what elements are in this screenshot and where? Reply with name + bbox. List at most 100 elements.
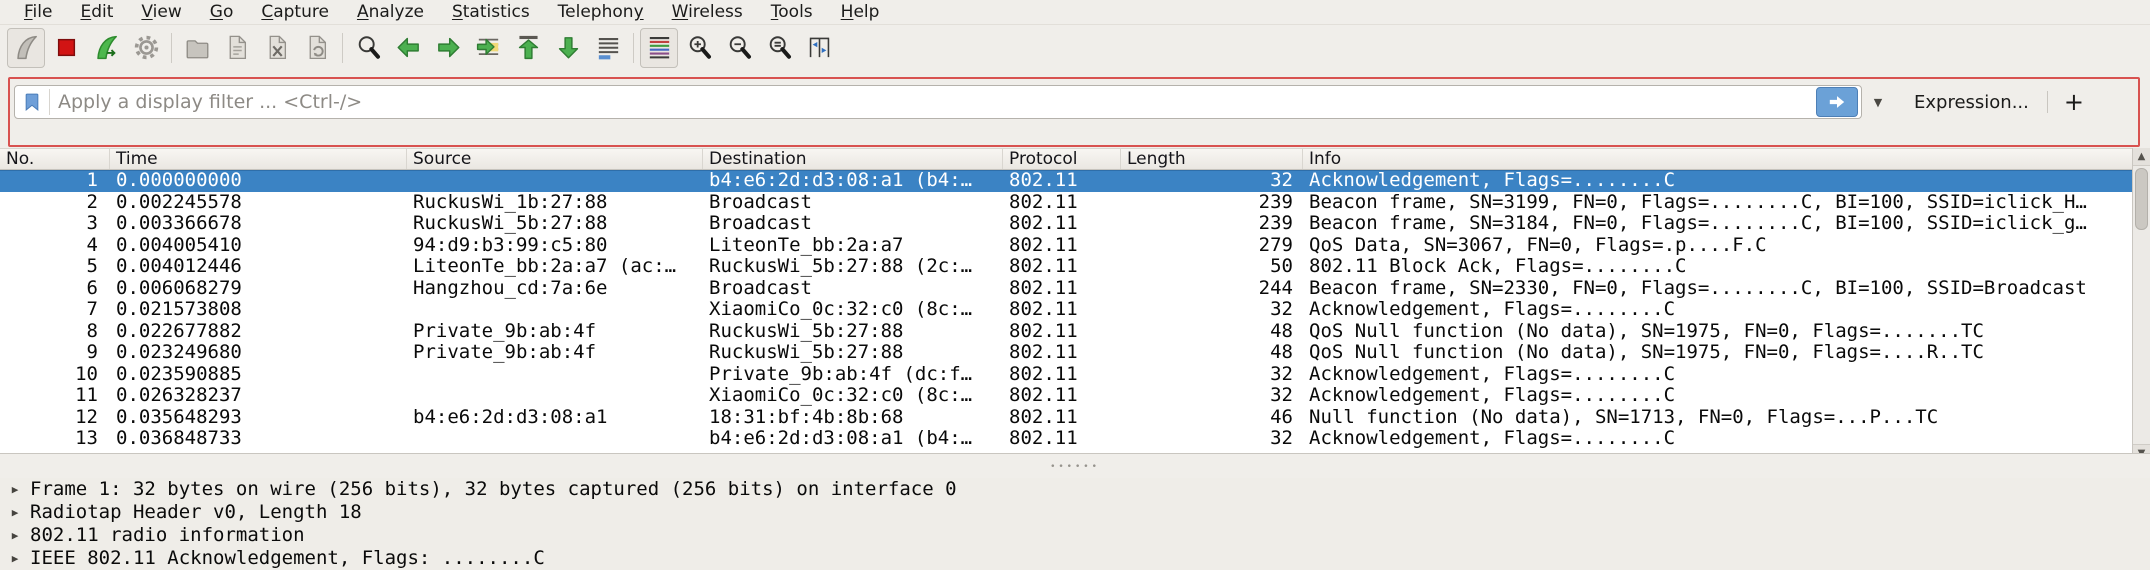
cell-info: Null function (No data), SN=1713, FN=0, … [1303, 407, 2132, 429]
cell-time: 0.026328237 [110, 385, 407, 407]
cell-no: 5 [0, 256, 110, 278]
zoom-in-button[interactable] [680, 28, 718, 68]
packet-row-3[interactable]: 30.003366678RuckusWi_5b:27:88Broadcast80… [0, 213, 2132, 235]
packet-row-4[interactable]: 40.00400541094:d9:b3:99:c5:80LiteonTe_bb… [0, 235, 2132, 257]
scrollbar-thumb[interactable] [2135, 168, 2148, 230]
display-filter-field[interactable] [14, 85, 1862, 119]
column-header-protocol[interactable]: Protocol [1003, 149, 1121, 169]
cell-info: QoS Null function (No data), SN=1975, FN… [1303, 321, 2132, 343]
packet-row-9[interactable]: 90.023249680Private_9b:ab:4fRuckusWi_5b:… [0, 342, 2132, 364]
close-file-icon [263, 33, 292, 62]
packet-row-7[interactable]: 70.021573808XiaomiCo_0c:32:c0 (8c:…802.1… [0, 299, 2132, 321]
packet-row-6[interactable]: 60.006068279Hangzhou_cd:7a:6eBroadcast80… [0, 278, 2132, 300]
column-header-info[interactable]: Info [1303, 149, 2132, 169]
restart-capture-button[interactable] [87, 28, 125, 68]
expander-arrow-icon[interactable]: ▶ [0, 524, 30, 547]
start-capture-icon [12, 33, 41, 62]
cell-destination: b4:e6:2d:d3:08:a1 (b4:… [703, 428, 1003, 450]
packet-row-2[interactable]: 20.002245578RuckusWi_1b:27:88Broadcast80… [0, 192, 2132, 214]
packet-row-13[interactable]: 130.036848733b4:e6:2d:d3:08:a1 (b4:…802.… [0, 428, 2132, 450]
cell-source [407, 428, 703, 450]
stop-capture-icon [52, 33, 81, 62]
expander-arrow-icon[interactable]: ▶ [0, 547, 30, 570]
stop-capture-button[interactable] [47, 28, 85, 68]
go-to-packet-button[interactable] [469, 28, 507, 68]
menu-tools[interactable]: Tools [757, 0, 827, 25]
menu-file[interactable]: File [10, 0, 66, 25]
cell-time: 0.023590885 [110, 364, 407, 386]
cell-destination: Broadcast [703, 192, 1003, 214]
cell-length: 32 [1121, 170, 1303, 192]
cell-no: 1 [0, 170, 110, 192]
go-forward-button[interactable] [429, 28, 467, 68]
splitter-handle-icon: •••••• [1050, 463, 1100, 471]
find-packet-button[interactable] [349, 28, 387, 68]
cell-no: 11 [0, 385, 110, 407]
colorize-button[interactable] [640, 28, 678, 68]
packet-row-8[interactable]: 80.022677882Private_9b:ab:4fRuckusWi_5b:… [0, 321, 2132, 343]
cell-protocol: 802.11 [1003, 192, 1121, 214]
scroll-up-arrow-icon[interactable]: ▲ [2133, 148, 2150, 166]
go-forward-icon [434, 33, 463, 62]
column-header-source[interactable]: Source [407, 149, 703, 169]
cell-destination: Broadcast [703, 278, 1003, 300]
go-to-top-button[interactable] [509, 28, 547, 68]
filter-history-dropdown[interactable]: ▼ [1864, 84, 1892, 120]
apply-filter-button[interactable] [1816, 87, 1858, 117]
go-to-bottom-button[interactable] [549, 28, 587, 68]
cell-source: b4:e6:2d:d3:08:a1 [407, 407, 703, 429]
column-header-time[interactable]: Time [110, 149, 407, 169]
add-filter-button[interactable]: + [2048, 88, 2100, 116]
packet-list-scrollbar[interactable]: ▲ ▼ [2132, 148, 2150, 462]
menu-statistics[interactable]: Statistics [438, 0, 544, 25]
pane-splitter[interactable]: •••••• [0, 453, 2150, 479]
capture-options-button[interactable] [127, 28, 165, 68]
packet-row-11[interactable]: 110.026328237XiaomiCo_0c:32:c0 (8c:…802.… [0, 385, 2132, 407]
cell-protocol: 802.11 [1003, 235, 1121, 257]
column-header-length[interactable]: Length [1121, 149, 1303, 169]
filter-toolbar: ▼ Expression... + [8, 77, 2140, 147]
packet-row-5[interactable]: 50.004012446LiteonTe_bb:2a:a7 (ac:…Rucku… [0, 256, 2132, 278]
zoom-out-button[interactable] [720, 28, 758, 68]
cell-destination: LiteonTe_bb:2a:a7 [703, 235, 1003, 257]
menu-edit[interactable]: Edit [66, 0, 127, 25]
column-header-destination[interactable]: Destination [703, 149, 1003, 169]
expander-arrow-icon[interactable]: ▶ [0, 501, 30, 524]
auto-scroll-button[interactable] [589, 28, 627, 68]
go-to-packet-icon [474, 33, 503, 62]
column-header-no[interactable]: No. [0, 149, 110, 169]
menu-telephony[interactable]: Telephony [544, 0, 658, 25]
detail-row-2[interactable]: ▶802.11 radio information [0, 524, 2150, 547]
zoom-reset-button[interactable] [760, 28, 798, 68]
resize-columns-button[interactable] [800, 28, 838, 68]
cell-protocol: 802.11 [1003, 364, 1121, 386]
toolbar-separator [633, 33, 634, 63]
packet-row-12[interactable]: 120.035648293b4:e6:2d:d3:08:a118:31:bf:4… [0, 407, 2132, 429]
cell-info: Beacon frame, SN=3199, FN=0, Flags=.....… [1303, 192, 2132, 214]
cell-no: 8 [0, 321, 110, 343]
menu-go[interactable]: Go [196, 0, 248, 25]
cell-time: 0.036848733 [110, 428, 407, 450]
expander-arrow-icon[interactable]: ▶ [0, 478, 30, 501]
toolbar-separator [171, 33, 172, 63]
cell-protocol: 802.11 [1003, 428, 1121, 450]
cell-length: 32 [1121, 299, 1303, 321]
go-back-button[interactable] [389, 28, 427, 68]
display-filter-input[interactable] [50, 91, 1816, 113]
cell-protocol: 802.11 [1003, 407, 1121, 429]
menu-capture[interactable]: Capture [247, 0, 343, 25]
cell-protocol: 802.11 [1003, 385, 1121, 407]
menu-analyze[interactable]: Analyze [343, 0, 438, 25]
filter-bookmark-icon[interactable] [19, 89, 50, 115]
packet-row-1[interactable]: 10.000000000b4:e6:2d:d3:08:a1 (b4:…802.1… [0, 170, 2132, 192]
detail-row-3[interactable]: ▶IEEE 802.11 Acknowledgement, Flags: ...… [0, 547, 2150, 570]
cell-no: 6 [0, 278, 110, 300]
detail-row-0[interactable]: ▶Frame 1: 32 bytes on wire (256 bits), 3… [0, 478, 2150, 501]
detail-row-1[interactable]: ▶Radiotap Header v0, Length 18 [0, 501, 2150, 524]
menu-help[interactable]: Help [827, 0, 894, 25]
expression-button[interactable]: Expression... [1892, 92, 2047, 113]
open-file-icon [183, 33, 212, 62]
packet-row-10[interactable]: 100.023590885Private_9b:ab:4f (dc:f…802.… [0, 364, 2132, 386]
menu-wireless[interactable]: Wireless [658, 0, 757, 25]
menu-view[interactable]: View [127, 0, 195, 25]
